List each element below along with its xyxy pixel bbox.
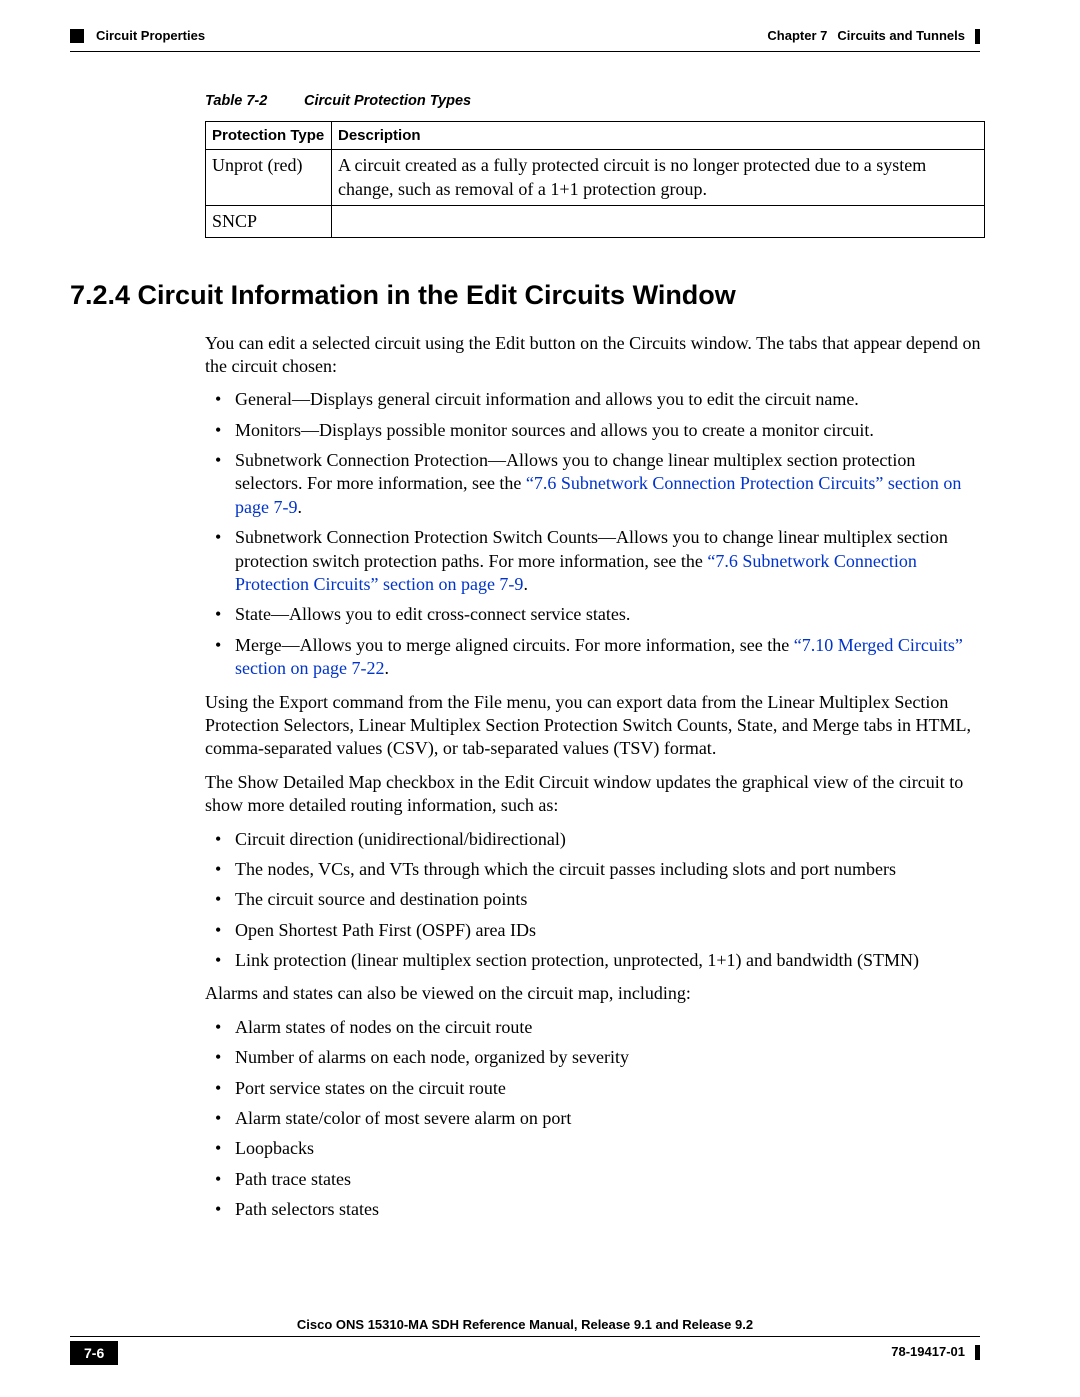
export-paragraph: Using the Export command from the File m… xyxy=(205,691,985,761)
page-footer: Cisco ONS 15310-MA SDH Reference Manual,… xyxy=(70,1317,980,1365)
header-section: Circuit Properties xyxy=(96,28,205,45)
header-chapter-label: Chapter 7 xyxy=(767,28,827,45)
list-item: Loopbacks xyxy=(205,1137,985,1160)
cell-protection-type: SNCP xyxy=(206,206,332,238)
body-content: You can edit a selected circuit using th… xyxy=(205,332,985,1222)
cell-description xyxy=(332,206,985,238)
doc-num-text: 78-19417-01 xyxy=(891,1344,965,1361)
list-item: Port service states on the circuit route xyxy=(205,1077,985,1100)
intro-paragraph: You can edit a selected circuit using th… xyxy=(205,332,985,379)
map-paragraph: The Show Detailed Map checkbox in the Ed… xyxy=(205,771,985,818)
li-text: Merge—Allows you to merge aligned circui… xyxy=(235,635,794,655)
th-description: Description xyxy=(332,121,985,150)
list-item: Subnetwork Connection Protection Switch … xyxy=(205,526,985,596)
cell-protection-type: Unprot (red) xyxy=(206,150,332,206)
section-heading: 7.2.4 Circuit Information in the Edit Ci… xyxy=(70,278,980,313)
list-item: Circuit direction (unidirectional/bidire… xyxy=(205,828,985,851)
table-row: SNCP xyxy=(206,206,985,238)
table-caption: Table 7-2 Circuit Protection Types xyxy=(205,92,980,111)
vertical-bar-icon xyxy=(975,1345,980,1360)
list-item: Merge—Allows you to merge aligned circui… xyxy=(205,634,985,681)
list-item: Subnetwork Connection Protection—Allows … xyxy=(205,449,985,519)
vertical-bar-icon xyxy=(975,29,980,44)
list-item: Number of alarms on each node, organized… xyxy=(205,1046,985,1069)
footer-doc-title: Cisco ONS 15310-MA SDH Reference Manual,… xyxy=(70,1317,980,1337)
table-label: Table 7-2 xyxy=(205,92,300,111)
list-item: State—Allows you to edit cross-connect s… xyxy=(205,603,985,626)
document-number: 78-19417-01 xyxy=(891,1344,980,1361)
list-item: Monitors—Displays possible monitor sourc… xyxy=(205,419,985,442)
page-number-badge: 7-6 xyxy=(70,1341,118,1365)
tabs-list: General—Displays general circuit informa… xyxy=(205,388,985,680)
running-header: Circuit Properties Chapter 7 Circuits an… xyxy=(70,28,980,45)
alarms-list: Alarm states of nodes on the circuit rou… xyxy=(205,1016,985,1222)
list-item: General—Displays general circuit informa… xyxy=(205,388,985,411)
bullet-square-icon xyxy=(70,29,84,43)
li-text: . xyxy=(297,497,302,517)
list-item: Link protection (linear multiplex sectio… xyxy=(205,949,985,972)
list-item: The circuit source and destination point… xyxy=(205,888,985,911)
li-text: . xyxy=(384,658,389,678)
th-protection-type: Protection Type xyxy=(206,121,332,150)
list-item: Alarm state/color of most severe alarm o… xyxy=(205,1107,985,1130)
header-rule xyxy=(70,51,980,52)
list-item: Alarm states of nodes on the circuit rou… xyxy=(205,1016,985,1039)
cell-description: A circuit created as a fully protected c… xyxy=(332,150,985,206)
map-list: Circuit direction (unidirectional/bidire… xyxy=(205,828,985,973)
list-item: The nodes, VCs, and VTs through which th… xyxy=(205,858,985,881)
table-title: Circuit Protection Types xyxy=(304,93,471,109)
list-item: Open Shortest Path First (OSPF) area IDs xyxy=(205,919,985,942)
header-chapter-title: Circuits and Tunnels xyxy=(837,28,965,45)
list-item: Path selectors states xyxy=(205,1198,985,1221)
table-row: Unprot (red) A circuit created as a full… xyxy=(206,150,985,206)
list-item: Path trace states xyxy=(205,1168,985,1191)
protection-types-table: Protection Type Description Unprot (red)… xyxy=(205,121,985,239)
alarms-paragraph: Alarms and states can also be viewed on … xyxy=(205,982,985,1005)
li-text: . xyxy=(523,574,528,594)
